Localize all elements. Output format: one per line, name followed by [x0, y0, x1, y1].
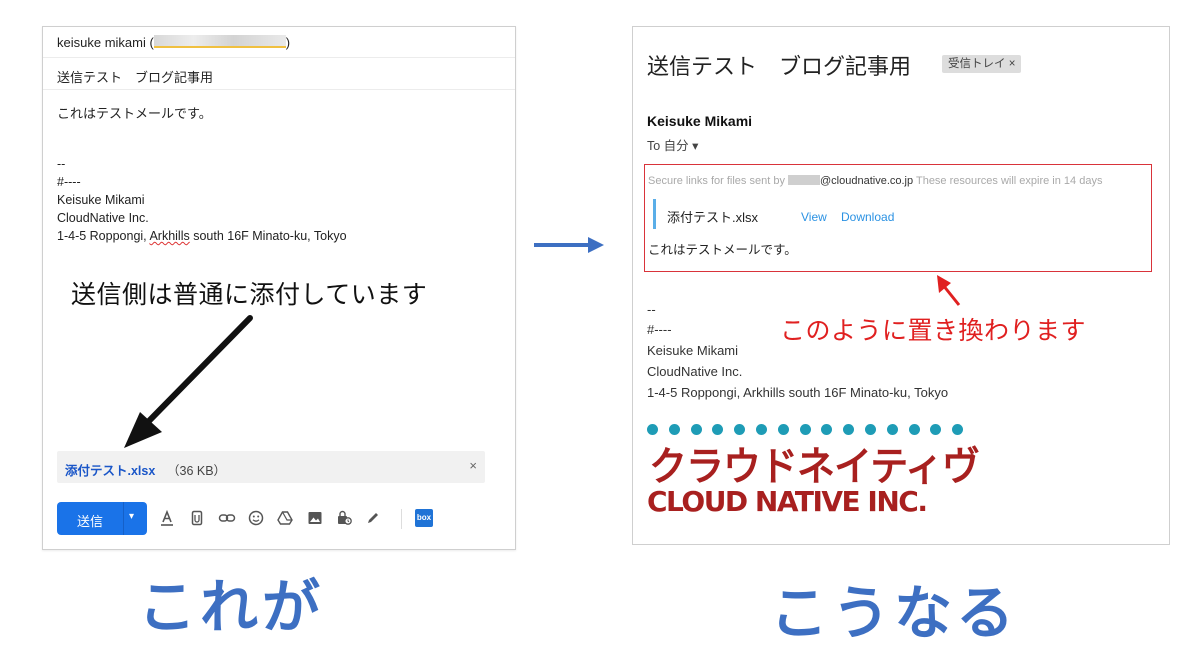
- send-options-icon[interactable]: ▾: [129, 511, 134, 522]
- inbox-label-chip[interactable]: 受信トレイ ×: [942, 55, 1022, 73]
- signature-company: CloudNative Inc.: [647, 364, 743, 379]
- google-drive-icon[interactable]: [275, 510, 295, 530]
- secure-file-name: 添付テスト.xlsx: [667, 210, 759, 225]
- sender-note: 送信側は普通に添付しています: [71, 280, 428, 309]
- attach-file-icon[interactable]: [187, 510, 207, 530]
- signature-name: Keisuke Mikami: [647, 343, 739, 358]
- caption-after: こうなる: [770, 579, 1019, 647]
- insert-photo-icon[interactable]: [305, 510, 325, 530]
- compose-window: keisuke mikami () 送信テスト ブログ記事用 これはテストメール…: [42, 26, 516, 550]
- mail-body: これはテストメールです。: [648, 243, 797, 257]
- divider: [43, 57, 515, 58]
- remove-attachment-icon[interactable]: ×: [469, 458, 477, 473]
- signature-address: 1-4-5 Roppongi, Arkhills south 16F Minat…: [647, 385, 949, 400]
- transition-arrow: [534, 237, 604, 253]
- subject-field[interactable]: 送信テスト ブログ記事用: [57, 67, 213, 86]
- redacted-email: [153, 35, 286, 48]
- send-label: 送信: [77, 514, 104, 529]
- company-logo-en: CLOUD NATIVE INC.: [647, 485, 928, 518]
- signature-address: 1-4-5 Roppongi, Arkhills south 16F Minat…: [57, 229, 347, 243]
- insert-link-icon[interactable]: [217, 510, 237, 530]
- pointer-arrow-left: [124, 315, 253, 448]
- send-split-divider: [123, 502, 124, 535]
- pointer-arrow-right: [937, 275, 961, 306]
- divider: [43, 89, 515, 90]
- download-link[interactable]: Download: [841, 210, 894, 224]
- signature-company: CloudNative Inc.: [57, 211, 149, 225]
- replacement-note: このように置き換わります: [780, 316, 1087, 345]
- received-mail-window: 送信テスト ブログ記事用 受信トレイ × Keisuke Mikami To 自…: [632, 26, 1170, 545]
- signature-hash: #----: [57, 175, 81, 189]
- recipient-name: keisuke mikami (: [57, 35, 154, 50]
- signature-pen-icon[interactable]: [363, 510, 383, 530]
- compose-body[interactable]: これはテストメールです。: [57, 103, 212, 122]
- attachment-chip[interactable]: 添付テスト.xlsx （36 KB） ×: [57, 451, 485, 483]
- highlight-box: Secure links for files sent by @cloudnat…: [644, 164, 1152, 272]
- toolbar-divider: [401, 509, 402, 529]
- box-icon[interactable]: box: [415, 509, 433, 527]
- attachment-size: （36 KB）: [167, 464, 227, 478]
- recipient-close-paren: ): [285, 35, 291, 50]
- view-link[interactable]: View: [801, 210, 827, 224]
- secure-links-notice: Secure links for files sent by @cloudnat…: [648, 175, 1103, 187]
- caption-before: これが: [138, 573, 325, 641]
- file-accent-bar: [653, 199, 656, 229]
- mail-subject: 送信テスト ブログ記事用: [647, 55, 912, 80]
- company-logo-jp: クラウドネイティヴ: [649, 443, 980, 490]
- recipient-field[interactable]: keisuke mikami (): [57, 35, 290, 50]
- signature-dashes: --: [57, 157, 66, 171]
- attachment-name[interactable]: 添付テスト.xlsx: [65, 460, 155, 479]
- send-button[interactable]: 送信 ▾: [57, 502, 147, 535]
- confidential-mode-icon[interactable]: [334, 510, 354, 530]
- format-text-icon[interactable]: [157, 509, 177, 530]
- redacted-sender: [788, 175, 821, 185]
- emoji-icon[interactable]: [246, 510, 266, 530]
- recipient-details[interactable]: To 自分 ▾: [647, 135, 698, 154]
- signature-hash: #----: [647, 322, 672, 337]
- signature-name: Keisuke Mikami: [57, 193, 145, 207]
- sender-name[interactable]: Keisuke Mikami: [647, 113, 752, 129]
- signature-dashes: --: [647, 302, 656, 317]
